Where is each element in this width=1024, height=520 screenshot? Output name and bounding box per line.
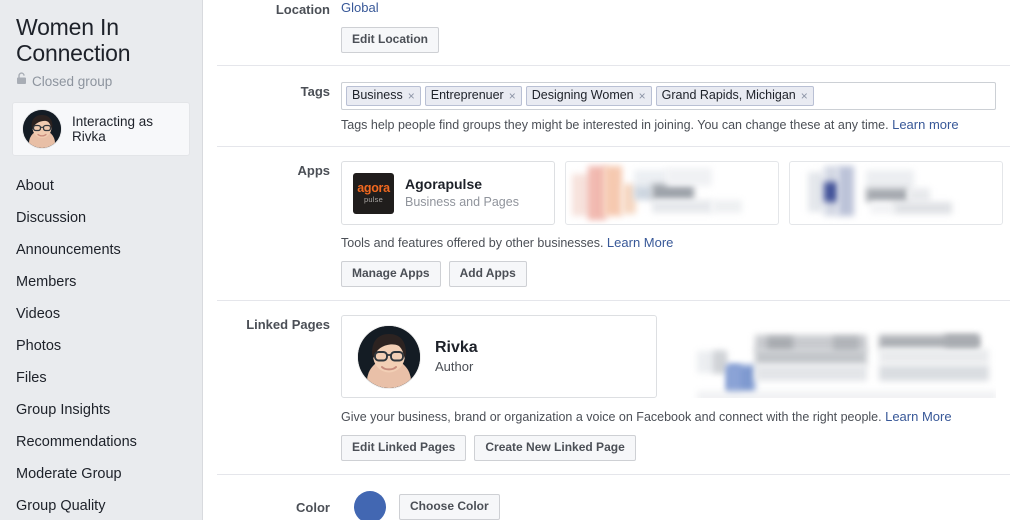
choose-color-button[interactable]: Choose Color [399,494,500,520]
linked-page-role: Author [435,359,474,374]
tag-chip-label: Entreprenuer [430,88,504,102]
tag-chip[interactable]: Designing Women × [525,86,652,106]
app-name: Agorapulse [405,176,483,192]
linked-pages-label: Linked Pages [246,317,330,332]
agorapulse-logo-icon: agora pulse [353,172,394,214]
sidebar-item-group-insights[interactable]: Group Insights [0,394,202,426]
sidebar-item-members[interactable]: Members [0,266,202,298]
linked-pages-learn-more-link[interactable]: Learn More [885,409,951,424]
agorapulse-logo-bottom: pulse [364,195,383,204]
color-label: Color [296,499,330,515]
app-card-text: Agorapulse Business and Pages [405,176,519,210]
sidebar-item-group-quality[interactable]: Group Quality [0,490,202,520]
edit-linked-pages-button[interactable]: Edit Linked Pages [341,435,467,461]
linked-page-text: Rivka Author [435,338,478,375]
app-subtitle: Business and Pages [405,195,519,209]
identity-label: Interacting as Rivka [72,114,154,144]
tags-learn-more-link[interactable]: Learn more [892,117,958,132]
sidebar-nav: About Discussion Announcements Members V… [0,170,202,520]
sidebar-item-recommendations[interactable]: Recommendations [0,426,202,458]
color-section: Color Choose Color [217,475,1010,520]
tag-chip-label: Business [352,88,403,102]
close-icon[interactable]: × [408,90,415,102]
sidebar-item-announcements[interactable]: Announcements [0,234,202,266]
linked-pages-helper-label: Give your business, brand or organizatio… [341,410,882,424]
apps-section: Apps agora pulse Agorapulse Business and… [217,147,1010,301]
linked-pages-section: Linked Pages Rivka Author Give your busi… [217,301,1010,475]
identity-card[interactable]: Interacting as Rivka [12,102,190,156]
tags-helper-label: Tags help people find groups they might … [341,118,889,132]
apps-actions: Manage Apps Add Apps [341,261,996,287]
apps-label: Apps [297,163,331,178]
edit-location-button[interactable]: Edit Location [341,27,439,53]
create-new-linked-page-button[interactable]: Create New Linked Page [474,435,636,461]
apps-learn-more-link[interactable]: Learn More [607,235,673,250]
manage-apps-button[interactable]: Manage Apps [341,261,441,287]
lock-icon [16,72,27,90]
tag-chip[interactable]: Business × [346,86,421,106]
add-apps-button[interactable]: Add Apps [448,261,527,287]
agorapulse-logo-top: agora [357,181,390,195]
sidebar-item-videos[interactable]: Videos [0,298,202,330]
avatar [358,325,420,388]
app-card-agorapulse[interactable]: agora pulse Agorapulse Business and Page… [341,161,555,225]
sidebar-item-moderate-group[interactable]: Moderate Group [0,458,202,490]
group-privacy: Closed group [0,66,202,90]
location-value[interactable]: Global [341,0,996,16]
close-icon[interactable]: × [639,90,646,102]
linked-page-name: Rivka [435,339,478,356]
tags-label: Tags [300,84,330,99]
linked-pages-card-list: Rivka Author [341,315,996,398]
apps-helper-text: Tools and features offered by other busi… [341,235,996,251]
sidebar-item-about[interactable]: About [0,170,202,202]
linked-pages-actions: Edit Linked Pages Create New Linked Page [341,435,996,461]
linked-page-card-redacted[interactable] [667,315,996,398]
avatar [23,110,61,148]
sidebar-item-files[interactable]: Files [0,362,202,394]
tags-section: Tags Business × Entreprenuer × Designing… [217,66,1010,147]
tag-chip[interactable]: Grand Rapids, Michigan × [655,86,814,106]
apps-card-list: agora pulse Agorapulse Business and Page… [341,161,1003,225]
close-icon[interactable]: × [509,90,516,102]
sidebar: Women In Connection Closed group Interac… [0,0,203,520]
tag-chip-label: Designing Women [531,88,634,102]
tag-chip-label: Grand Rapids, Michigan [661,88,796,102]
app-card-redacted[interactable] [789,161,1003,225]
sidebar-item-photos[interactable]: Photos [0,330,202,362]
color-swatch[interactable] [354,491,386,520]
group-settings-page: Women In Connection Closed group Interac… [0,0,1024,520]
tags-helper-text: Tags help people find groups they might … [341,117,996,133]
tags-input[interactable]: Business × Entreprenuer × Designing Wome… [341,82,996,110]
apps-helper-label: Tools and features offered by other busi… [341,236,604,250]
linked-page-card-rivka[interactable]: Rivka Author [341,315,657,398]
settings-content: Location Global Edit Location Tags Busin… [203,0,1024,520]
location-section: Location Global Edit Location [217,0,1010,66]
page-title: Women In Connection [16,14,131,66]
close-icon[interactable]: × [801,90,808,102]
app-card-redacted[interactable] [565,161,779,225]
sidebar-item-discussion[interactable]: Discussion [0,202,202,234]
linked-pages-helper-text: Give your business, brand or organizatio… [341,409,996,425]
group-privacy-label: Closed group [32,73,113,89]
tag-chip[interactable]: Entreprenuer × [424,86,522,106]
location-label: Location [275,2,330,17]
